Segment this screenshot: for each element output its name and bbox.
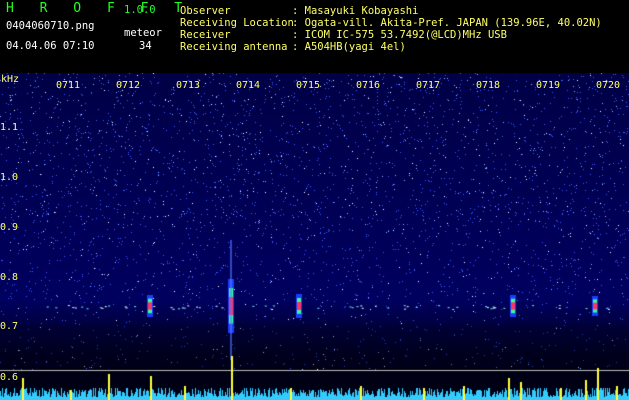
image-filename: 0404060710.png <box>6 20 95 32</box>
info-value-location: : Ogata-vill. Akita-Pref. JAPAN (139.96E… <box>292 17 602 29</box>
meteor-count: 34 <box>139 40 152 52</box>
y-tick-label: 0.7 <box>0 321 19 332</box>
observation-datetime: 04.04.06 07:10 <box>6 40 95 52</box>
x-tick-label: 0719 <box>535 80 561 91</box>
x-tick-label: 0711 <box>55 80 81 91</box>
info-key-receiver: Receiver <box>180 29 231 41</box>
spectrogram-canvas <box>0 73 629 400</box>
info-value-receiver: : ICOM IC-575 53.7492(@LCD)MHz USB <box>292 29 507 41</box>
y-tick-label: 0.9 <box>0 222 19 233</box>
y-tick-label: 1.1 <box>0 122 19 133</box>
meteor-label: meteor <box>124 27 162 39</box>
x-tick-label: 0714 <box>235 80 261 91</box>
y-tick-label: 0.8 <box>0 272 19 283</box>
app-title: H R O F F T <box>6 1 192 16</box>
y-tick-label: 0.6 <box>0 372 19 383</box>
info-value-antenna: : A504HB(yagi 4el) <box>292 41 406 53</box>
y-tick-label: 1.0 <box>0 172 19 183</box>
x-tick-label: 0717 <box>415 80 441 91</box>
x-tick-label: 0713 <box>175 80 201 91</box>
x-tick-label: 0715 <box>295 80 321 91</box>
y-axis-unit: kHz <box>1 74 20 85</box>
info-value-observer: : Masayuki Kobayashi <box>292 5 419 17</box>
x-tick-label: 0716 <box>355 80 381 91</box>
x-tick-label: 0712 <box>115 80 141 91</box>
info-key-antenna: Receiving antenna <box>180 41 288 53</box>
app-version: 1.0.0 <box>124 4 156 16</box>
info-key-observer: Observer <box>180 5 231 17</box>
x-tick-label: 0720 <box>595 80 621 91</box>
info-key-location: Receiving Location <box>180 17 294 29</box>
x-tick-label: 0718 <box>475 80 501 91</box>
